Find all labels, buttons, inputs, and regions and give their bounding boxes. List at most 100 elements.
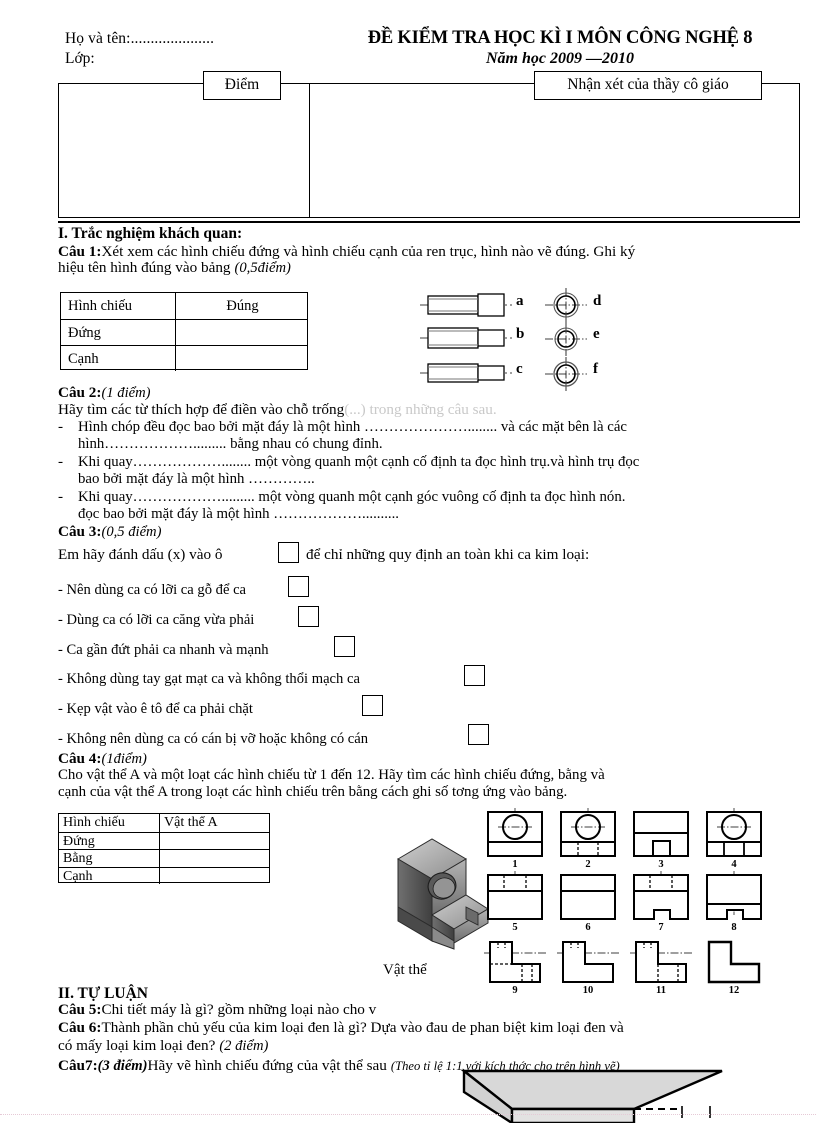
projection-view-10 xyxy=(557,936,619,991)
q3-option-2-checkbox[interactable] xyxy=(298,606,319,627)
q3-option-1-checkbox[interactable] xyxy=(288,576,309,597)
projection-number-9: 9 xyxy=(512,985,518,996)
projection-view-7 xyxy=(630,871,692,928)
q3-option-5-label: - Kẹp vật vào ê tô để ca phải chặt xyxy=(58,701,253,717)
q4-row-canh-answer[interactable] xyxy=(159,867,271,884)
q2-item-3-line2: đọc bao bởi mặt đáy là một hình ………………..… xyxy=(78,506,399,522)
table-row[interactable]: Bằng xyxy=(59,849,269,867)
score-label-box: Điểm xyxy=(203,71,281,100)
q7-points: (3 điểm) xyxy=(97,1058,148,1074)
q2-item-1-line1: Hình chóp đều đọc bao bởi mặt đáy là một… xyxy=(78,419,628,435)
q2-points: (1 điểm) xyxy=(101,385,151,401)
q6-line1: Thành phần chủ yếu của kim loại đen là g… xyxy=(101,1019,624,1036)
thread-figure-b xyxy=(420,325,512,356)
q2-item-2-line1: Khi quay………………........ một vòng quanh mộ… xyxy=(78,454,640,470)
thread-figure-label-e: e xyxy=(593,326,600,342)
projection-number-2: 2 xyxy=(585,859,591,870)
exam-page: Họ và tên:..................... Lớp: ĐỀ … xyxy=(0,0,816,1126)
thread-figure-a xyxy=(420,292,512,323)
q6-label: Câu 6: xyxy=(58,1019,102,1036)
page-header: Họ và tên:..................... Lớp: ĐỀ … xyxy=(0,14,816,68)
q1-header-view: Hình chiếu xyxy=(68,298,133,314)
projection-view-1 xyxy=(484,808,546,865)
q4-answer-table[interactable]: Hình chiếu Vật thể A Đứng Bằng Cạnh xyxy=(58,813,271,884)
projection-number-11: 11 xyxy=(656,985,666,996)
projection-number-1: 1 xyxy=(512,859,518,870)
projection-view-4 xyxy=(703,808,765,865)
table-row[interactable]: Đứng xyxy=(59,831,271,849)
thread-figure-label-f: f xyxy=(593,361,598,377)
q5-text: Chi tiết máy là gì? gồm những loại nào c… xyxy=(101,1001,377,1018)
projection-number-5: 5 xyxy=(512,922,518,933)
student-name-field[interactable]: Họ và tên:..................... xyxy=(65,30,214,48)
q3-option-4-checkbox[interactable] xyxy=(464,665,485,686)
q1-row-dung-answer[interactable] xyxy=(175,320,309,345)
table-row[interactable]: Cạnh xyxy=(61,345,307,371)
projection-view-11 xyxy=(630,936,692,991)
projection-number-3: 3 xyxy=(658,859,664,870)
q3-option-2-label: - Dùng ca có lỡi ca căng vừa phải xyxy=(58,612,255,628)
q1-header-correct: Đúng xyxy=(175,293,309,319)
q3-option-6-checkbox[interactable] xyxy=(468,724,489,745)
projection-number-7: 7 xyxy=(658,922,664,933)
q6-line2: có mấy loại kim loại đen? xyxy=(58,1037,216,1054)
thread-figure-label-c: c xyxy=(516,361,523,377)
q3-inline-checkbox[interactable] xyxy=(278,542,299,563)
q3-intro-a: Em hãy đánh dấu (x) vào ô xyxy=(58,546,223,563)
projection-view-6 xyxy=(557,871,619,928)
student-class-field[interactable]: Lớp: xyxy=(65,50,95,68)
q1-row-canh-answer[interactable] xyxy=(175,346,309,371)
projection-view-8 xyxy=(703,871,765,928)
q2-item-1-line2: hình………………......... bằng nhau có chung đ… xyxy=(78,436,383,452)
q2-bullet-3: - xyxy=(58,488,64,505)
thread-figure-label-b: b xyxy=(516,326,525,342)
q3-option-3-label: - Ca gần đứt phải ca nhanh và mạnh xyxy=(58,642,269,658)
projection-number-12: 12 xyxy=(728,985,740,996)
thread-figure-e xyxy=(545,322,587,361)
q7-text: Hãy vẽ hình chiếu đứng của vật thể sau xyxy=(147,1057,387,1074)
school-year-subtitle: Năm học 2009 —2010 xyxy=(486,50,634,67)
teacher-comment-label-box: Nhận xét của thầy cô giáo xyxy=(534,71,762,100)
q4-line1: Cho vật thể A và một loạt các hình chiếu… xyxy=(58,767,605,783)
q4-row-dung-answer[interactable] xyxy=(159,832,271,849)
thread-figure-label-d: d xyxy=(593,293,602,309)
projection-view-12 xyxy=(703,936,765,991)
q3-option-3-checkbox[interactable] xyxy=(334,636,355,657)
q4-label: Câu 4: xyxy=(58,750,102,767)
q4-row-dung-label: Đứng xyxy=(63,833,95,849)
object-caption: Vật thể xyxy=(383,962,427,978)
projection-view-2 xyxy=(557,808,619,865)
q3-label: Câu 3: xyxy=(58,523,102,540)
table-row[interactable]: Đứng xyxy=(61,319,307,345)
q1-text-line2: hiệu tên hình đúng vào bảng xyxy=(58,259,231,276)
q4-row-bang-answer[interactable] xyxy=(159,850,271,867)
q1-answer-table[interactable]: Hình chiếu Đúng Đứng Cạnh xyxy=(60,292,309,371)
q2-bullet-2: - xyxy=(58,453,64,470)
table-row: Hình chiếu Vật thể A xyxy=(59,814,269,832)
header-separator-rule xyxy=(58,221,800,223)
q4-line2: cạnh của vật thể A trong loạt các hình c… xyxy=(58,784,568,800)
q1-points: (0,5điểm) xyxy=(234,260,291,276)
q2-item-3-line1: Khi quay………………......... một vòng quanh m… xyxy=(78,489,626,505)
table-vertical-divider xyxy=(309,84,310,217)
q1-label: Câu 1: xyxy=(58,243,102,260)
projection-views-grid: 1 2 3 4 5 6 7 8 9 10 11 12 xyxy=(484,808,772,996)
q5-label: Câu 5: xyxy=(58,1001,102,1018)
q3-option-5-checkbox[interactable] xyxy=(362,695,383,716)
page-title: ĐỀ KIỂM TRA HỌC KÌ I MÔN CÔNG NGHỆ 8 xyxy=(367,28,753,48)
table-row[interactable]: Cạnh xyxy=(59,866,271,884)
marks-comment-table: Điểm Nhận xét của thầy cô giáo xyxy=(58,71,800,218)
q3-option-4-label: - Không dùng tay gạt mạt ca và không thổ… xyxy=(58,671,360,687)
projection-number-10: 10 xyxy=(582,985,594,996)
isometric-object-illustration xyxy=(370,823,490,953)
q6-points: (2 điểm) xyxy=(219,1038,269,1054)
q2-item-2-line2: bao bởi mặt đáy là một hình ………….. xyxy=(78,471,315,487)
projection-view-3 xyxy=(630,808,692,865)
q1-row-dung-label: Đứng xyxy=(68,325,101,341)
projection-number-4: 4 xyxy=(731,859,737,870)
thread-figure-f xyxy=(545,357,587,396)
q2-label: Câu 2: xyxy=(58,384,102,401)
q4-header-object: Vật thể A xyxy=(159,814,271,832)
q4-row-canh-label: Cạnh xyxy=(63,868,93,884)
thread-figure-c xyxy=(420,360,512,391)
